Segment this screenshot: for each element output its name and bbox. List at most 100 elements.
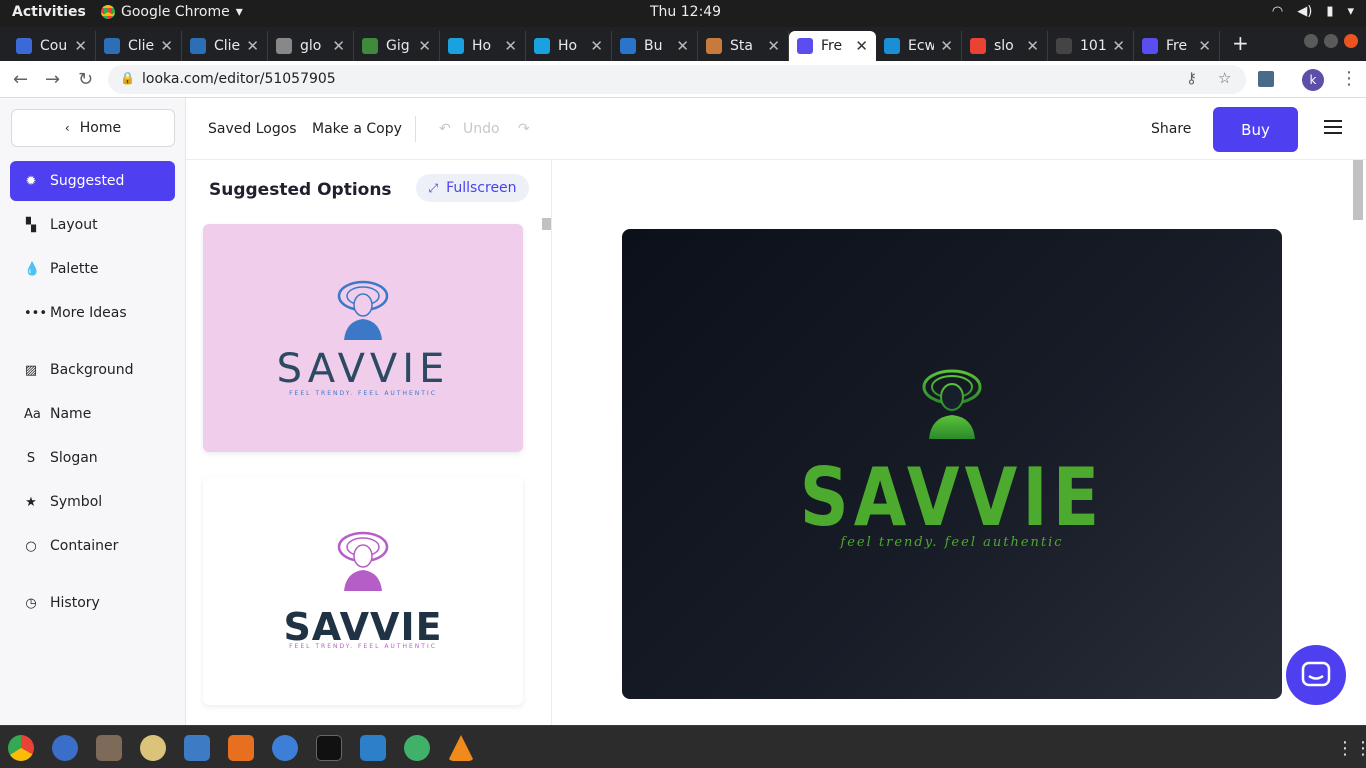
close-tab-icon[interactable]: ✕	[332, 37, 345, 55]
vscode-launcher-icon[interactable]	[360, 735, 386, 761]
terminal-launcher-icon[interactable]	[316, 735, 342, 761]
back-arrow-icon[interactable]: ←	[13, 69, 28, 90]
close-tab-icon[interactable]: ✕	[504, 37, 517, 55]
chrome-launcher-icon[interactable]	[8, 735, 34, 761]
sidebar-item-label: Symbol	[50, 494, 103, 510]
android-studio-launcher-icon[interactable]	[404, 735, 430, 761]
chat-support-button[interactable]	[1286, 645, 1346, 705]
profile-avatar[interactable]: k	[1302, 69, 1324, 91]
forward-arrow-icon[interactable]: →	[45, 69, 60, 90]
sidebar-item-suggested[interactable]: ✹ Suggested	[10, 161, 175, 201]
chrome-menu-icon[interactable]: ⋮	[1340, 68, 1358, 89]
close-tab-icon[interactable]: ✕	[855, 37, 868, 55]
close-tab-icon[interactable]: ✕	[1026, 37, 1039, 55]
tab-title: Clie	[214, 38, 241, 54]
undo-icon[interactable]: ↶	[439, 121, 451, 137]
close-tab-icon[interactable]: ✕	[590, 37, 603, 55]
sidebar-item-layout[interactable]: ▚ Layout	[10, 205, 175, 245]
share-button[interactable]: Share	[1151, 121, 1191, 137]
browser-tab[interactable]: glo ✕	[268, 31, 354, 61]
close-tab-icon[interactable]: ✕	[1198, 37, 1211, 55]
browser-tab[interactable]: Ho ✕	[526, 31, 612, 61]
browser-tab[interactable]: slo ✕	[962, 31, 1048, 61]
browser-tab[interactable]: Fre ✕	[789, 31, 876, 61]
browser-tab[interactable]: Ecw ✕	[876, 31, 962, 61]
close-window-button[interactable]	[1344, 34, 1358, 48]
canvas-scrollbar-thumb[interactable]	[1353, 160, 1363, 220]
logo-option-card[interactable]: SAVVIE FEEL TRENDY. FEEL AUTHENTIC	[203, 224, 523, 452]
show-apps-icon[interactable]: ⋮⋮⋮	[1336, 738, 1366, 759]
buy-button[interactable]: Buy	[1213, 107, 1298, 152]
logo-name[interactable]: SAVVIE	[672, 451, 1233, 544]
browser-tab[interactable]: Sta ✕	[698, 31, 789, 61]
woman-hat-symbol-icon[interactable]	[919, 367, 985, 441]
fullscreen-label: Fullscreen	[446, 180, 517, 196]
help-launcher-icon[interactable]	[272, 735, 298, 761]
browser-tab[interactable]: Clie ✕	[96, 31, 182, 61]
app-menu[interactable]: Google Chrome ▾	[101, 4, 243, 20]
sidebar-item-label: Layout	[50, 217, 98, 233]
volume-icon: ◀)	[1297, 4, 1313, 19]
maximize-button[interactable]	[1324, 34, 1338, 48]
logo-preview[interactable]: SAVVIE feel trendy. feel authentic	[622, 229, 1282, 699]
sidebar-item-more-ideas[interactable]: ••• More Ideas	[10, 293, 175, 333]
rhythmbox-launcher-icon[interactable]	[140, 735, 166, 761]
writer-launcher-icon[interactable]	[184, 735, 210, 761]
tab-favicon-icon	[534, 38, 550, 54]
fullscreen-button[interactable]: ⤢ Fullscreen	[416, 174, 529, 202]
sidebar-item-name[interactable]: Aa Name	[10, 394, 175, 434]
logo-slogan[interactable]: feel trendy. feel authentic	[622, 535, 1282, 550]
browser-tab[interactable]: Clie ✕	[182, 31, 268, 61]
browser-tab[interactable]: Cou ✕	[8, 31, 96, 61]
menu-icon[interactable]	[1324, 120, 1342, 134]
close-tab-icon[interactable]: ✕	[246, 37, 259, 55]
sidebar-item-background[interactable]: ▨ Background	[10, 350, 175, 390]
close-tab-icon[interactable]: ✕	[676, 37, 689, 55]
undo-button[interactable]: Undo	[463, 121, 500, 137]
close-tab-icon[interactable]: ✕	[940, 37, 953, 55]
canvas-scrollbar[interactable]	[1350, 160, 1366, 725]
browser-tab[interactable]: Gig ✕	[354, 31, 440, 61]
close-tab-icon[interactable]: ✕	[160, 37, 173, 55]
software-launcher-icon[interactable]	[228, 735, 254, 761]
tab-title: 101	[1080, 38, 1107, 54]
sidebar-item-history[interactable]: ◷ History	[10, 583, 175, 623]
new-tab-button[interactable]: +	[1232, 31, 1249, 55]
sidebar-item-label: Name	[50, 406, 92, 422]
clock[interactable]: Thu 12:49	[650, 4, 721, 20]
sidebar-item-palette[interactable]: 💧 Palette	[10, 249, 175, 289]
sidebar-item-slogan[interactable]: S Slogan	[10, 438, 175, 478]
make-copy-button[interactable]: Make a Copy	[312, 121, 402, 137]
browser-tab[interactable]: Bu ✕	[612, 31, 698, 61]
saved-logos-button[interactable]: Saved Logos	[208, 121, 297, 137]
key-icon[interactable]: ⚷	[1186, 69, 1197, 87]
close-tab-icon[interactable]: ✕	[767, 37, 780, 55]
close-tab-icon[interactable]: ✕	[1112, 37, 1125, 55]
panel-scrollbar[interactable]	[540, 216, 550, 721]
system-tray[interactable]: ◠ ◀) ▮ ▾	[1272, 4, 1354, 19]
browser-tab[interactable]: Ho ✕	[440, 31, 526, 61]
activities-button[interactable]: Activities	[12, 4, 86, 20]
logo-option-card[interactable]: SAVVIE FEEL TRENDY. FEEL AUTHENTIC	[203, 477, 523, 705]
tab-title: Fre	[1166, 38, 1188, 54]
browser-tab[interactable]: Fre ✕	[1134, 31, 1220, 61]
layout-icon: ▚	[26, 217, 36, 233]
sidebar-item-container[interactable]: ○ Container	[10, 526, 175, 566]
redo-icon[interactable]: ↷	[518, 121, 530, 137]
close-tab-icon[interactable]: ✕	[74, 37, 87, 55]
star-icon[interactable]: ☆	[1218, 69, 1231, 87]
minimize-button[interactable]	[1304, 34, 1318, 48]
battery-icon: ▮	[1326, 4, 1334, 19]
vlc-launcher-icon[interactable]	[448, 735, 474, 761]
browser-tab[interactable]: 101 ✕	[1048, 31, 1134, 61]
thunderbird-launcher-icon[interactable]	[52, 735, 78, 761]
expand-icon: ⤢	[428, 180, 439, 195]
sidebar-item-symbol[interactable]: ★ Symbol	[10, 482, 175, 522]
reload-icon[interactable]: ↻	[78, 69, 93, 90]
home-button[interactable]: ‹ Home	[11, 109, 175, 147]
panel-scrollbar-thumb[interactable]	[542, 218, 551, 230]
address-bar[interactable]: 🔒 looka.com/editor/51057905 ⚷ ☆	[108, 65, 1246, 94]
files-launcher-icon[interactable]	[96, 735, 122, 761]
close-tab-icon[interactable]: ✕	[418, 37, 431, 55]
save-extension-icon[interactable]	[1258, 71, 1274, 87]
